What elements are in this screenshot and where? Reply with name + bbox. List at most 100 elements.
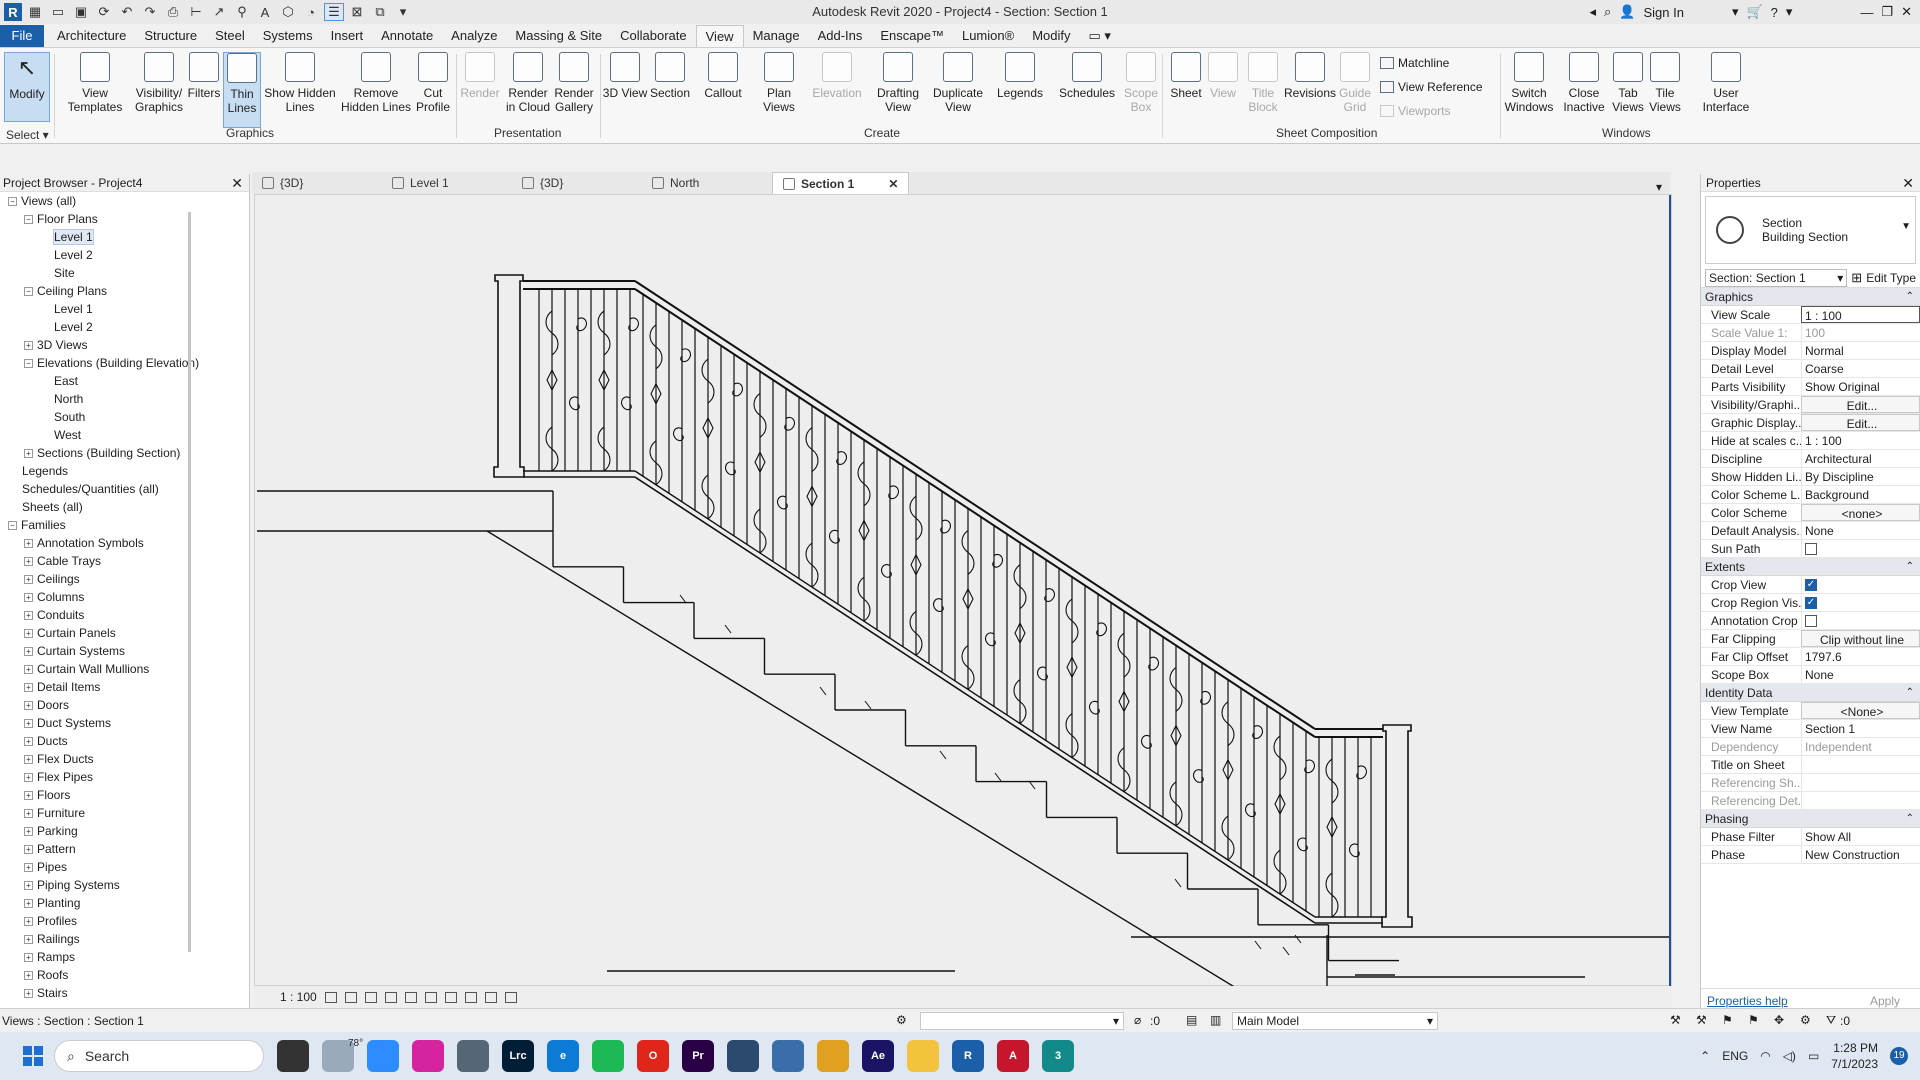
browser-item[interactable]: + Columns: [0, 588, 249, 606]
show-hidden-lines-button[interactable]: Show Hidden Lines: [264, 52, 336, 128]
sync-icon[interactable]: ⟳: [94, 3, 114, 21]
select-by-face-icon[interactable]: ⚑: [1748, 1013, 1759, 1027]
opera-icon[interactable]: O: [637, 1040, 669, 1072]
property-value[interactable]: Show Original: [1801, 378, 1920, 395]
browser-item[interactable]: + Planting: [0, 894, 249, 912]
browser-item[interactable]: + Conduits: [0, 606, 249, 624]
property-group-header[interactable]: Graphics ⌃: [1701, 288, 1920, 306]
checkbox[interactable]: [1805, 615, 1817, 627]
property-group-header[interactable]: Phasing ⌃: [1701, 810, 1920, 828]
matchline-button[interactable]: Matchline: [1380, 56, 1449, 70]
expand-icon[interactable]: +: [24, 989, 33, 999]
close-icon[interactable]: ✕: [888, 173, 898, 195]
view-scale[interactable]: 1 : 100: [280, 990, 317, 1004]
browser-item[interactable]: + Roofs: [0, 966, 249, 984]
render-button[interactable]: Render: [455, 52, 505, 128]
view-tab[interactable]: North: [642, 172, 772, 194]
folder-icon[interactable]: [907, 1040, 939, 1072]
view-tab[interactable]: {3D}: [512, 172, 642, 194]
browser-item[interactable]: − Elevations (Building Elevation): [0, 354, 249, 372]
design-option-dropdown[interactable]: Main Model ▾: [1232, 1012, 1438, 1030]
crop-view-icon[interactable]: [404, 991, 417, 1003]
title-block-button[interactable]: Title Block: [1238, 52, 1288, 128]
close-inactive-button[interactable]: Close Inactive: [1558, 52, 1610, 128]
property-value[interactable]: Section 1: [1801, 720, 1920, 737]
property-value[interactable]: 1 : 100: [1801, 432, 1920, 449]
duplicate-view-button[interactable]: Duplicate View: [930, 52, 986, 128]
view-tabs-dropdown-icon[interactable]: ▾: [1648, 180, 1670, 194]
browser-item[interactable]: + Sections (Building Section): [0, 444, 249, 462]
browser-item[interactable]: + Curtain Wall Mullions: [0, 660, 249, 678]
revit-logo[interactable]: R: [4, 3, 22, 21]
property-value[interactable]: Normal: [1801, 342, 1920, 359]
tab-lumion[interactable]: Lumion®: [953, 25, 1023, 47]
browser-item[interactable]: +3D Views: [0, 336, 249, 354]
drawing-canvas[interactable]: [254, 194, 1672, 992]
expand-icon[interactable]: +: [24, 953, 33, 963]
browser-item[interactable]: + Furniture: [0, 804, 249, 822]
tag-icon[interactable]: ⚲: [232, 3, 252, 21]
autocad-icon[interactable]: A: [997, 1040, 1029, 1072]
tab-structure[interactable]: Structure: [135, 25, 206, 47]
3d-view-button[interactable]: 3D View: [600, 52, 650, 128]
sun-path-icon[interactable]: [364, 991, 377, 1003]
browser-item[interactable]: − Floor Plans: [0, 210, 249, 228]
legends-button[interactable]: Legends: [994, 52, 1046, 128]
browser-item[interactable]: + Ramps: [0, 948, 249, 966]
taskbar-search[interactable]: ⌕ Search: [54, 1040, 264, 1072]
guide-grid-button[interactable]: Guide Grid: [1330, 52, 1380, 128]
tab-steel[interactable]: Steel: [206, 25, 254, 47]
visibility-graphics-button[interactable]: Visibility/ Graphics: [128, 52, 190, 128]
render-in-cloud-button[interactable]: Render in Cloud: [502, 52, 554, 128]
language-indicator[interactable]: ENG: [1722, 1049, 1748, 1063]
dimension-icon[interactable]: ↗: [209, 3, 229, 21]
start-button[interactable]: [12, 1032, 54, 1080]
measure-icon[interactable]: ⊢: [186, 3, 206, 21]
browser-item[interactable]: + Curtain Systems: [0, 642, 249, 660]
expand-icon[interactable]: +: [24, 611, 33, 621]
home-icon[interactable]: ▦: [25, 3, 45, 21]
app-blue-icon[interactable]: [772, 1040, 804, 1072]
open-icon[interactable]: ▭: [48, 3, 68, 21]
zoom-icon[interactable]: [367, 1040, 399, 1072]
browser-item[interactable]: + Floors: [0, 786, 249, 804]
analysis-display-icon[interactable]: [504, 991, 517, 1003]
checkbox[interactable]: ✓: [1805, 597, 1817, 609]
minimize-icon[interactable]: —: [1860, 5, 1873, 20]
browser-item[interactable]: + Railings: [0, 930, 249, 948]
viewports-button[interactable]: Viewports: [1380, 104, 1450, 118]
tab-insert[interactable]: Insert: [322, 25, 373, 47]
collapse-icon[interactable]: −: [24, 215, 33, 225]
collapse-icon[interactable]: −: [8, 521, 17, 531]
view-tab[interactable]: {3D}: [252, 172, 382, 194]
user-icon[interactable]: 👤: [1619, 4, 1635, 20]
lightroom-icon[interactable]: Lrc: [502, 1040, 534, 1072]
battery-icon[interactable]: ▭: [1808, 1049, 1819, 1063]
chevron-up-icon[interactable]: ⌃: [1700, 1049, 1710, 1063]
property-group-header[interactable]: Extents ⌃: [1701, 558, 1920, 576]
drafting-view-button[interactable]: Drafting View: [872, 52, 924, 128]
thin-lines-button[interactable]: Thin Lines: [223, 52, 261, 128]
browser-item[interactable]: West: [0, 426, 249, 444]
edit-type-button[interactable]: Edit Type: [1866, 271, 1916, 285]
browser-item[interactable]: − Ceiling Plans: [0, 282, 249, 300]
revisions-button[interactable]: Revisions: [1284, 52, 1336, 128]
browser-item[interactable]: − Views (all): [0, 192, 249, 210]
expand-icon[interactable]: +: [24, 917, 33, 927]
browser-item[interactable]: + Annotation Symbols: [0, 534, 249, 552]
callout-button[interactable]: Callout: [698, 52, 748, 128]
expand-icon[interactable]: +: [24, 899, 33, 909]
view-templates-button[interactable]: View Templates: [67, 52, 123, 128]
property-value[interactable]: 1797.6: [1801, 648, 1920, 665]
browser-item[interactable]: + Parking: [0, 822, 249, 840]
expand-icon[interactable]: +: [24, 557, 33, 567]
browser-item[interactable]: − Families: [0, 516, 249, 534]
browser-item[interactable]: + Curtain Panels: [0, 624, 249, 642]
tab-view[interactable]: View: [695, 25, 744, 47]
elevation-button[interactable]: Elevation: [810, 52, 864, 128]
crop-region-icon[interactable]: [424, 991, 437, 1003]
collapse-icon[interactable]: −: [24, 287, 33, 297]
tab-manage[interactable]: Manage: [744, 25, 809, 47]
undo-icon[interactable]: ↶: [117, 3, 137, 21]
collapse-icon[interactable]: ⌃: [1906, 558, 1914, 576]
